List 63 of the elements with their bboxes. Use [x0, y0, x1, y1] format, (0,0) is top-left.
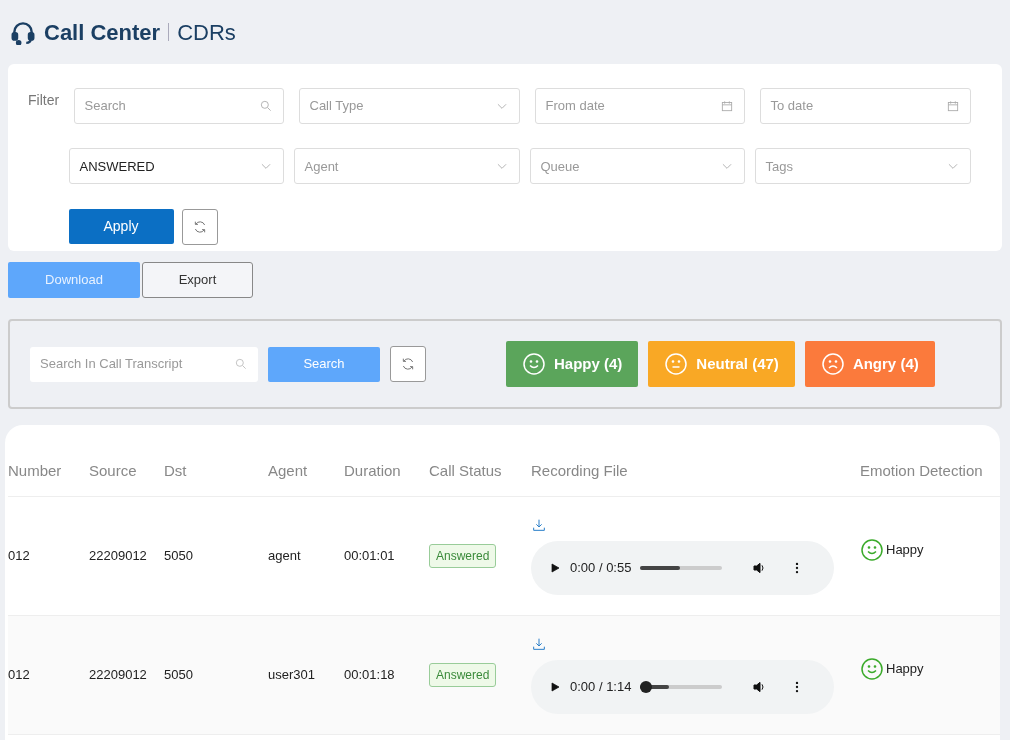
table-cell-text: 00:01:01 [344, 547, 395, 566]
download-icon[interactable] [531, 517, 547, 533]
search-icon [258, 99, 273, 113]
face-icon [860, 657, 884, 681]
status-badge: Answered [429, 544, 497, 568]
table-cell-text: 22209012 [89, 666, 147, 685]
select-field[interactable]: Tags [754, 148, 971, 185]
play-icon [549, 562, 561, 574]
filter-label: Filter [28, 91, 61, 110]
table-cell-text: agent [268, 547, 301, 566]
emotion-filter-button[interactable]: Angry (4) [804, 341, 935, 387]
audio-player[interactable]: 0:00 / 0:55 [531, 541, 834, 595]
face-icon [522, 352, 546, 376]
page-title: Call Center [44, 18, 161, 47]
column-header: Recording File [531, 461, 628, 482]
column-header: Call Status [429, 461, 502, 482]
table-cell-text: 012 [8, 666, 30, 685]
column-header: Emotion Detection [860, 461, 983, 482]
select-field[interactable]: Queue [529, 148, 745, 185]
audio-time: 0:00 / 1:14 [570, 678, 632, 697]
download-button[interactable]: Download [8, 262, 140, 298]
table-cell-text: 00:01:18 [344, 666, 395, 685]
emotion-label: Happy [886, 660, 924, 679]
search-icon [234, 357, 248, 371]
select-field[interactable]: Agent [293, 148, 520, 185]
face-icon [860, 538, 884, 562]
audio-player[interactable]: 0:00 / 1:14 [531, 660, 834, 714]
refresh-button[interactable] [181, 208, 218, 245]
search-field[interactable]: Search [73, 88, 284, 124]
face-icon [664, 352, 689, 376]
refresh-button[interactable] [390, 346, 426, 382]
table-cell-text: user301 [268, 666, 315, 685]
emotion-filter-button[interactable]: Neutral (47) [648, 341, 795, 387]
play-icon [549, 681, 561, 693]
emotion-label: Happy [886, 541, 924, 560]
select-field[interactable]: Call Type [298, 88, 520, 124]
calendar-icon [945, 99, 960, 113]
table-cell-text: 5050 [164, 666, 193, 685]
download-icon[interactable] [531, 636, 547, 652]
table-cell-text: 012 [8, 547, 30, 566]
column-header: Number [8, 461, 62, 482]
refresh-icon [400, 356, 416, 372]
seek-bar[interactable] [640, 681, 723, 693]
calendar-icon [719, 99, 734, 113]
export-button[interactable]: Export [142, 262, 253, 298]
status-badge: Answered [429, 663, 497, 687]
headset-icon [10, 19, 36, 45]
date-field[interactable]: To date [759, 88, 971, 124]
column-header: Dst [164, 461, 187, 482]
audio-time: 0:00 / 0:55 [570, 559, 632, 578]
apply-button[interactable]: Apply [68, 208, 174, 244]
search-button[interactable]: Search [268, 346, 380, 382]
select-field[interactable]: ANSWERED [68, 148, 284, 185]
table-cell-text: 5050 [164, 547, 193, 566]
transcript-search-field[interactable]: Search In Call Transcript [30, 346, 258, 382]
column-header: Source [89, 461, 137, 482]
column-header: Agent [268, 461, 308, 482]
table-cell-text: 22209012 [89, 547, 147, 566]
date-field[interactable]: From date [534, 88, 745, 124]
page-subtitle: CDRs [177, 18, 236, 47]
face-icon [820, 352, 845, 376]
column-header: Duration [344, 461, 401, 482]
emotion-filter-button[interactable]: Happy (4) [506, 341, 639, 387]
